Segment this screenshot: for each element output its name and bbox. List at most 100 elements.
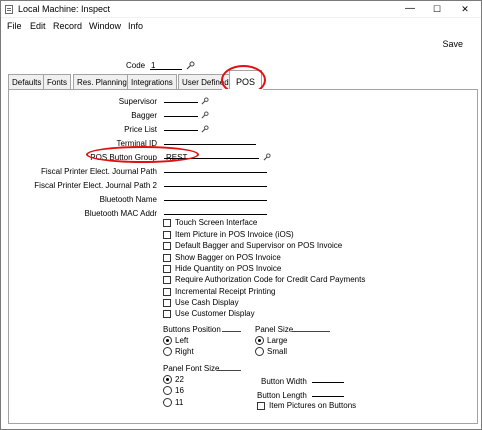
tab-fonts[interactable]: Fonts: [43, 74, 72, 89]
checkbox-touch-screen-interface[interactable]: Touch Screen Interface: [163, 217, 257, 228]
code-value: 1: [151, 61, 156, 70]
radio-dot[interactable]: [255, 336, 264, 345]
checkbox-label: Item Picture in POS Invoice (iOS): [175, 230, 294, 239]
checkbox-item-picture-ios[interactable]: Item Picture in POS Invoice (iOS): [163, 229, 294, 240]
radio-dot[interactable]: [163, 347, 172, 356]
checkbox-label: Use Customer Display: [175, 309, 255, 318]
checkbox-default-bagger-supervisor[interactable]: Default Bagger and Supervisor on POS Inv…: [163, 240, 342, 251]
checkbox-label: Incremental Receipt Printing: [175, 287, 276, 296]
checkbox-label: Use Cash Display: [175, 298, 239, 307]
radio-panel-size-small[interactable]: Small: [255, 346, 287, 357]
inspect-window: Local Machine: Inspect — ☐ ✕ File Edit R…: [0, 0, 482, 430]
fiscal-path-1-field[interactable]: [164, 163, 267, 173]
bluetooth-name-field[interactable]: [164, 191, 267, 201]
group-divider: [222, 331, 241, 332]
checkbox-label: Touch Screen Interface: [175, 218, 258, 227]
fiscal-path-2-label: Fiscal Printer Elect. Journal Path 2: [34, 181, 157, 190]
checkbox-box[interactable]: [163, 264, 171, 273]
radio-dot[interactable]: [163, 398, 172, 407]
radio-label: 11: [175, 398, 184, 407]
checkbox-label: Item Pictures on Buttons: [269, 401, 357, 410]
checkbox-show-bagger[interactable]: Show Bagger on POS Invoice: [163, 252, 281, 263]
bluetooth-mac-field[interactable]: [164, 205, 267, 215]
menu-edit[interactable]: Edit: [30, 21, 46, 31]
radio-dot[interactable]: [163, 336, 172, 345]
checkbox-box[interactable]: [163, 298, 171, 307]
radio-panel-size-large[interactable]: Large: [255, 335, 287, 346]
radio-font-size-22[interactable]: 22: [163, 374, 184, 385]
paste-lookup-icon[interactable]: [201, 125, 209, 133]
radio-font-size-16[interactable]: 16: [163, 385, 184, 396]
button-length-label: Button Length: [257, 391, 307, 400]
paste-lookup-icon[interactable]: [186, 61, 195, 70]
fiscal-path-1-label: Fiscal Printer Elect. Journal Path: [40, 167, 157, 176]
code-label: Code: [126, 61, 146, 70]
tab-res-planning[interactable]: Res. Planning: [73, 74, 131, 89]
checkbox-incremental-receipt-printing[interactable]: Incremental Receipt Printing: [163, 286, 276, 297]
price-list-label: Price List: [124, 125, 157, 134]
radio-label: Right: [175, 347, 194, 356]
checkbox-box[interactable]: [163, 230, 171, 239]
checkbox-use-cash-display[interactable]: Use Cash Display: [163, 297, 239, 308]
minimize-button[interactable]: —: [397, 1, 423, 17]
menu-bar: File Edit Record Window Info: [1, 19, 481, 33]
panel-font-size-title: Panel Font Size: [163, 364, 220, 373]
menu-window[interactable]: Window: [89, 21, 121, 31]
checkbox-box[interactable]: [163, 253, 171, 262]
window-app-icon: [5, 5, 13, 14]
paste-lookup-icon[interactable]: [201, 97, 209, 105]
checkbox-item-pictures-on-buttons[interactable]: Item Pictures on Buttons: [257, 400, 356, 411]
checkbox-hide-quantity[interactable]: Hide Quantity on POS Invoice: [163, 263, 281, 274]
checkbox-box[interactable]: [257, 401, 265, 410]
radio-dot[interactable]: [163, 375, 172, 384]
radio-label: Small: [267, 347, 288, 356]
checkbox-box[interactable]: [163, 241, 171, 250]
checkbox-box[interactable]: [163, 287, 171, 296]
checkbox-require-authorization-code[interactable]: Require Authorization Code for Credit Ca…: [163, 274, 365, 285]
tab-integrations[interactable]: Integrations: [127, 74, 177, 89]
bluetooth-name-label: Bluetooth Name: [99, 195, 157, 204]
title-bar: Local Machine: Inspect — ☐ ✕: [1, 1, 481, 18]
toolbar: Save: [1, 33, 481, 55]
button-length-field[interactable]: [312, 387, 344, 397]
supervisor-field[interactable]: [164, 93, 198, 103]
bagger-field[interactable]: [164, 107, 198, 117]
panel-top-border-left: [8, 89, 222, 90]
paste-lookup-icon[interactable]: [201, 111, 209, 119]
maximize-button[interactable]: ☐: [424, 1, 450, 17]
checkbox-use-customer-display[interactable]: Use Customer Display: [163, 308, 255, 319]
radio-dot[interactable]: [255, 347, 264, 356]
checkbox-box[interactable]: [163, 218, 171, 227]
radio-font-size-11[interactable]: 11: [163, 397, 183, 408]
button-width-field[interactable]: [312, 373, 344, 383]
panel-size-title: Panel Size: [255, 325, 294, 334]
fiscal-path-2-field[interactable]: [164, 177, 267, 187]
radio-dot[interactable]: [163, 386, 172, 395]
tab-defaults[interactable]: Defaults: [8, 74, 46, 89]
radio-label: 16: [175, 386, 184, 395]
radio-label: Left: [175, 336, 189, 345]
checkbox-box[interactable]: [163, 275, 171, 284]
bagger-label: Bagger: [131, 111, 157, 120]
group-divider: [217, 370, 241, 371]
close-button[interactable]: ✕: [452, 1, 478, 17]
terminal-id-field[interactable]: [164, 135, 256, 145]
checkbox-box[interactable]: [163, 309, 171, 318]
radio-buttons-position-right[interactable]: Right: [163, 346, 194, 357]
price-list-field[interactable]: [164, 121, 198, 131]
window-title: Local Machine: Inspect: [18, 4, 111, 14]
button-width-label: Button Width: [261, 377, 307, 386]
radio-buttons-position-left[interactable]: Left: [163, 335, 188, 346]
menu-file[interactable]: File: [7, 21, 22, 31]
pos-button-group-highlight-oval: [86, 146, 199, 163]
save-button[interactable]: Save: [442, 39, 463, 49]
group-divider: [292, 331, 330, 332]
menu-record[interactable]: Record: [53, 21, 82, 31]
buttons-position-title: Buttons Position: [163, 325, 221, 334]
paste-lookup-icon[interactable]: [263, 153, 271, 161]
panel-top-border-right: [263, 89, 478, 90]
checkbox-label: Require Authorization Code for Credit Ca…: [175, 275, 366, 284]
menu-info[interactable]: Info: [128, 21, 143, 31]
bluetooth-mac-label: Bluetooth MAC Addr: [84, 209, 157, 218]
radio-label: 22: [175, 375, 184, 384]
